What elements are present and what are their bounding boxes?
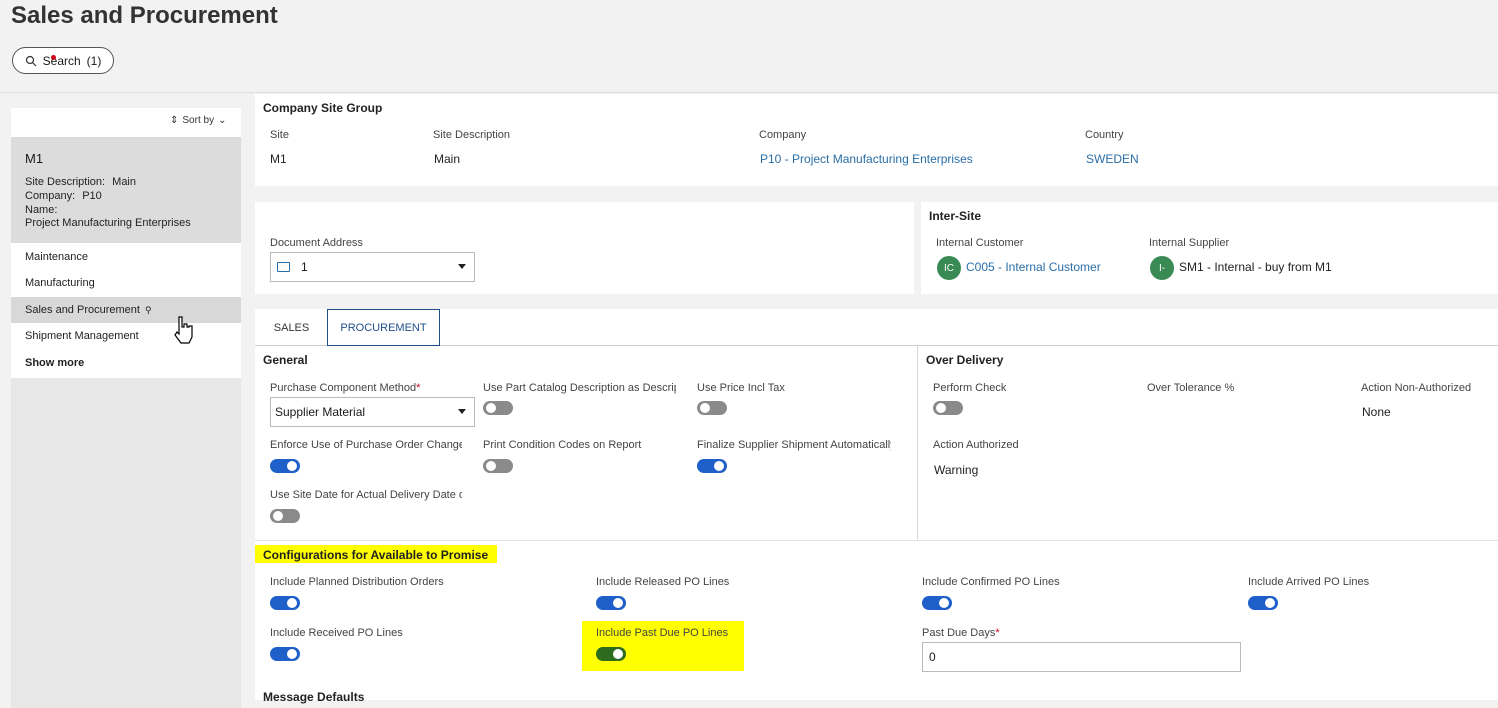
sidebar-item-maintenance[interactable]: Maintenance xyxy=(25,251,88,263)
site-description-label: Site Description: xyxy=(25,176,106,188)
address-card-icon xyxy=(277,262,290,272)
section-divider-vertical xyxy=(917,346,918,540)
internal-supplier-value: SM1 - Internal - buy from M1 xyxy=(1179,260,1332,274)
pin-icon: ⚲ xyxy=(145,305,152,315)
over-delivery-title: Over Delivery xyxy=(926,353,1004,367)
general-title: General xyxy=(263,353,308,367)
site-value: M1 xyxy=(270,152,287,166)
search-count: (1) xyxy=(86,53,102,68)
past-due-days-label: Past Due Days* xyxy=(922,627,1000,639)
confirmed-po-label: Include Confirmed PO Lines xyxy=(922,576,1060,588)
purchase-component-method-text: Purchase Component Method xyxy=(270,382,417,394)
purchase-component-method-select[interactable]: Supplier Material xyxy=(270,397,475,427)
document-address-label: Document Address xyxy=(270,237,363,249)
site-description-row: Site Description: Main xyxy=(25,175,136,189)
past-due-days-text: Past Due Days xyxy=(922,627,996,639)
company-row: Company: P10 xyxy=(25,189,102,203)
arrived-po-label: Include Arrived PO Lines xyxy=(1248,576,1370,588)
tab-procurement[interactable]: PROCUREMENT xyxy=(327,309,440,346)
print-condition-codes-toggle[interactable] xyxy=(483,459,513,473)
sidebar-item-label: Sales and Procurement xyxy=(25,304,140,316)
document-address-value: 1 xyxy=(301,260,308,274)
use-part-catalog-label: Use Part Catalog Description as Descript… xyxy=(483,382,676,394)
company-label: Company xyxy=(759,129,807,141)
tab-divider xyxy=(255,345,1498,346)
site-label: Site xyxy=(270,129,289,141)
tab-content-panel xyxy=(255,309,1498,700)
past-due-po-toggle[interactable] xyxy=(596,647,626,661)
sort-by-label: Sort by xyxy=(182,115,215,126)
released-po-toggle[interactable] xyxy=(596,596,626,610)
search-filter-indicator xyxy=(51,55,56,60)
use-site-date-label: Use Site Date for Actual Delivery Date o… xyxy=(270,489,462,501)
show-more-link[interactable]: Show more xyxy=(25,357,84,369)
enforce-po-change-toggle[interactable] xyxy=(270,459,300,473)
site-code: M1 xyxy=(25,151,44,166)
finalize-supplier-shipment-label: Finalize Supplier Shipment Automatically xyxy=(697,439,891,451)
past-due-po-label: Include Past Due PO Lines xyxy=(596,627,729,639)
site-description-value: Main xyxy=(112,176,136,188)
name-label: Name: xyxy=(25,204,58,216)
country-link[interactable]: SWEDEN xyxy=(1086,152,1139,166)
purchase-component-method-label: Purchase Component Method* xyxy=(270,382,421,394)
company-label: Company: xyxy=(25,190,76,202)
customer-avatar: IC xyxy=(937,256,961,280)
use-part-catalog-toggle[interactable] xyxy=(483,401,513,415)
print-condition-codes-label: Print Condition Codes on Report xyxy=(483,439,642,451)
chevron-down-icon: ⌄ xyxy=(218,115,227,126)
sidebar-item-shipment-management[interactable]: Shipment Management xyxy=(25,330,139,342)
enforce-po-change-label: Enforce Use of Purchase Order Change ( xyxy=(270,439,462,451)
received-po-label: Include Received PO Lines xyxy=(270,627,403,639)
action-authorized-value: Warning xyxy=(934,463,979,477)
header-divider xyxy=(0,92,1498,93)
tab-sales[interactable]: SALES xyxy=(263,310,320,345)
past-due-days-input[interactable]: 0 xyxy=(922,642,1241,672)
internal-customer-label: Internal Customer xyxy=(936,237,1024,249)
action-authorized-label: Action Authorized xyxy=(933,439,1019,451)
search-icon xyxy=(25,55,37,67)
sidebar-item-manufacturing[interactable]: Manufacturing xyxy=(25,277,95,289)
search-label: Search xyxy=(42,53,81,68)
use-site-date-toggle[interactable] xyxy=(270,509,300,523)
perform-check-toggle[interactable] xyxy=(933,401,963,415)
sidebar-item-sales-procurement[interactable]: Sales and Procurement ⚲ xyxy=(25,304,152,316)
internal-customer-link[interactable]: C005 - Internal Customer xyxy=(966,260,1101,274)
purchase-component-method-value: Supplier Material xyxy=(275,405,366,419)
site-desc-label: Site Description xyxy=(433,129,511,141)
use-price-incl-tax-toggle[interactable] xyxy=(697,401,727,415)
atp-title: Configurations for Available to Promise xyxy=(263,548,489,562)
planned-distribution-label: Include Planned Distribution Orders xyxy=(270,576,444,588)
page-title: Sales and Procurement xyxy=(11,2,278,29)
country-label: Country xyxy=(1085,129,1124,141)
sort-by-button[interactable]: ⇕ Sort by ⌄ xyxy=(170,115,226,126)
company-link[interactable]: P10 - Project Manufacturing Enterprises xyxy=(760,152,973,166)
document-address-select[interactable]: 1 xyxy=(270,252,475,282)
mouse-cursor-icon xyxy=(172,315,196,350)
released-po-label: Include Released PO Lines xyxy=(596,576,730,588)
sort-icon: ⇕ xyxy=(170,115,179,126)
finalize-supplier-shipment-toggle[interactable] xyxy=(697,459,727,473)
company-value: P10 xyxy=(82,190,102,202)
use-price-incl-tax-label: Use Price Incl Tax xyxy=(697,382,785,394)
message-defaults-title: Message Defaults xyxy=(263,690,365,704)
chevron-down-icon xyxy=(458,409,466,414)
arrived-po-toggle[interactable] xyxy=(1248,596,1278,610)
action-non-authorized-value: None xyxy=(1362,405,1391,419)
search-button[interactable]: Search (1) xyxy=(12,47,114,74)
planned-distribution-toggle[interactable] xyxy=(270,596,300,610)
section-divider-horizontal xyxy=(255,540,1498,541)
confirmed-po-toggle[interactable] xyxy=(922,596,952,610)
supplier-avatar: I- xyxy=(1150,256,1174,280)
name-value: Project Manufacturing Enterprises xyxy=(25,217,191,229)
past-due-days-value: 0 xyxy=(929,650,936,664)
perform-check-label: Perform Check xyxy=(933,382,1007,394)
inter-site-title: Inter-Site xyxy=(929,209,982,223)
action-non-authorized-label: Action Non-Authorized xyxy=(1361,382,1472,394)
over-tolerance-label: Over Tolerance % xyxy=(1147,382,1235,394)
internal-supplier-label: Internal Supplier xyxy=(1149,237,1230,249)
received-po-toggle[interactable] xyxy=(270,647,300,661)
chevron-down-icon xyxy=(458,264,466,269)
company-site-group-title: Company Site Group xyxy=(263,101,383,115)
site-desc-value: Main xyxy=(434,152,461,166)
